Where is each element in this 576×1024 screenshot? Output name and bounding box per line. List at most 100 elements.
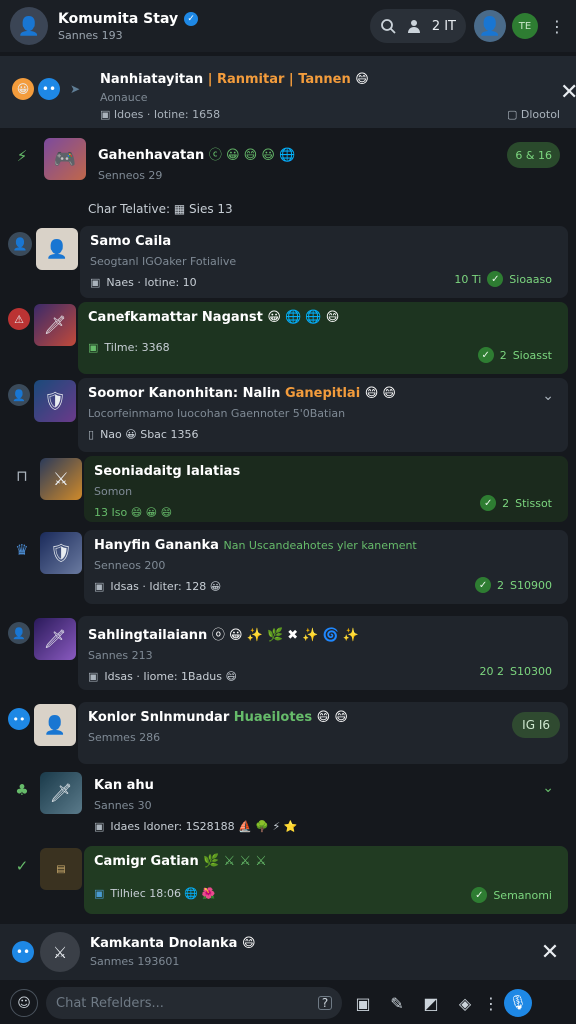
warning-icon: ⚠	[8, 308, 30, 330]
pinned-banner[interactable]: 😀 •• ➤ Nanhiatayitan | Ranmitar | Tannen…	[0, 56, 576, 128]
more-icon[interactable]: ⋮	[483, 990, 499, 1016]
sticker-icon[interactable]: ?	[318, 996, 332, 1010]
badge-number: 2	[499, 348, 507, 362]
list-item[interactable]: 👤 👤 Samo Caila Seogtanl IGOaker Fotialiv…	[8, 226, 568, 298]
unread-badge[interactable]: ✓ Semanomi	[463, 884, 560, 906]
chat-sub: Senneos 200	[94, 559, 166, 572]
banner-meta-left: Idoes · Iotine: 1658	[113, 108, 221, 121]
badge-text: S10300	[510, 664, 552, 678]
header: 👤 Komumita Stay ✓ Sannes 193 2 IT 👤 TE ⋮	[0, 0, 576, 52]
banner-meta: ▣ Idoes · Iotine: 1658 ▢ Dlootol	[100, 108, 560, 121]
list-item[interactable]: ♛ 🛡 Hanyfin Gananka Nan Uscandeahotes yl…	[8, 530, 568, 604]
chat-name: Camigr Gatian 🌿 ⚔ ⚔ ⚔	[94, 854, 558, 869]
list-item[interactable]: ⚡ 🎮 Gahenhavatan ⓒ 😀 😄 😃 🌐 Senneos 29 6 …	[8, 136, 568, 192]
pin-icon: ▢	[507, 108, 518, 121]
image-icon: ▣	[88, 670, 99, 683]
badge-number: 20 2	[479, 664, 505, 678]
chat-list: ⚡ 🎮 Gahenhavatan ⓒ 😀 😄 😃 🌐 Senneos 29 6 …	[0, 132, 576, 922]
members-icon[interactable]	[406, 18, 422, 34]
list-item[interactable]: ⊓ ⚔ Seoniadaitg Ialatias Somon 13 Iso 😄 …	[8, 456, 568, 524]
status-chip[interactable]: IG I6	[512, 712, 560, 738]
unread-badge[interactable]: 10 Ti ✓ Sioaaso	[446, 268, 560, 290]
list-item[interactable]: 👤 🛡 Soomor Kanonhitan: Nalin Ganepitlai …	[8, 378, 568, 452]
camera-icon[interactable]: ◩	[418, 990, 444, 1016]
emoji-icon[interactable]: ☺	[10, 989, 38, 1017]
badge-text: Sioasst	[512, 348, 552, 362]
badge-circle: ✓	[477, 347, 494, 363]
chat-thumbnail: 🛡	[40, 532, 82, 574]
search-icon[interactable]	[380, 18, 396, 34]
chat-thumbnail: 👤	[34, 704, 76, 746]
badge-text: Sioaaso	[509, 272, 552, 286]
unread-chip[interactable]: 6 & 16	[507, 142, 560, 168]
list-item[interactable]: •• 👤 Konlor Snlnmundar Huaeilotes 😄 😄 Se…	[8, 702, 568, 764]
message-input[interactable]	[56, 995, 296, 1011]
chat-icon: ••	[8, 708, 30, 730]
chat-icon: ••	[38, 78, 60, 100]
chat-sub: Sanmes 193601	[90, 955, 180, 968]
chevron-down-icon[interactable]: ⌄	[542, 780, 554, 796]
doc-icon: ▣	[90, 276, 101, 289]
chat-thumbnail: 🎮	[44, 138, 86, 180]
unread-badge[interactable]: 20 2 S10300	[472, 660, 560, 682]
list-item[interactable]: ⚠ 🗡 Canefkamattar Naganst 😀 🌐 🌐 😄 ▣ Tilme…	[8, 302, 568, 374]
bottom-pinned-chat[interactable]: •• ⚔ Kamkanta Dnolanka 😄 Sanmes 193601 ✕	[0, 924, 576, 980]
chat-name: Hanyfin Gananka Nan Uscandeahotes yler k…	[94, 538, 558, 553]
more-icon[interactable]: ⋮	[548, 17, 566, 36]
chat-name: Kan ahu	[94, 778, 154, 793]
unread-badge[interactable]: ✓ 2 Stissot	[472, 492, 560, 514]
list-item[interactable]: ♣ 🗡 Kan ahu Sannes 30 ▣ Idaes Idoner: 1S2…	[8, 770, 568, 842]
close-icon[interactable]: ✕	[560, 80, 576, 105]
status-badge[interactable]: TE	[512, 13, 538, 39]
online-count: 2 IT	[431, 18, 456, 34]
chat-thumbnail: 🗡	[34, 304, 76, 346]
emoji-icon: 😀	[12, 78, 34, 100]
chat-name-text: Hanyfin Gananka	[94, 538, 219, 553]
chat-meta-text: Naes · Iotine: 10	[106, 276, 197, 289]
group-avatar[interactable]: 👤	[10, 7, 48, 45]
input-bar: ☺ ? ▣ ✎ ◩ ◈ ⋮ 🎙	[0, 982, 576, 1024]
chevron-down-icon[interactable]: ⌄	[542, 388, 554, 404]
pen-icon[interactable]: ✎	[384, 990, 410, 1016]
unread-badge[interactable]: ✓ 2 Sioasst	[470, 344, 560, 366]
chat-name-text: Camigr Gatian	[94, 854, 199, 869]
unread-badge[interactable]: ✓ 2 S10900	[467, 574, 560, 596]
chat-icon: ••	[12, 941, 34, 963]
banner-icons: 😀 •• ➤	[12, 78, 86, 118]
badge-text: Stissot	[515, 496, 552, 510]
chat-name-text: Konlor Snlnmundar	[88, 710, 230, 725]
doc-icon: ▯	[88, 428, 95, 441]
chat-thumbnail: ⚔	[40, 932, 80, 972]
chat-sub: Seogtanl IGOaker Fotialive	[90, 255, 237, 268]
chat-meta-text: Tilme: 3368	[104, 341, 170, 354]
chat-thumbnail: 🛡	[34, 380, 76, 422]
sticker-pack-icon[interactable]: ◈	[452, 990, 478, 1016]
badge-number: 2	[502, 496, 510, 510]
chat-name-text: Gahenhavatan	[98, 148, 205, 163]
avatar-small: 👤	[8, 384, 30, 406]
chat-thumbnail: 🗡	[40, 772, 82, 814]
close-icon[interactable]: ✕	[536, 940, 564, 965]
list-item[interactable]: 👤 🗡 Sahlingtailaiann ⓞ 😀 ✨ 🌿 ✖ ✨ 🌀 ✨ San…	[8, 616, 568, 690]
header-text[interactable]: Komumita Stay ✓ Sannes 193	[58, 11, 199, 42]
chat-meta-text: Idsas · Iditer: 128 😀	[110, 580, 222, 593]
arrow-icon: ➤	[69, 82, 81, 96]
chat-emoji: 😄 😄	[364, 386, 396, 401]
image-icon: ▣	[94, 580, 105, 593]
chat-name: Canefkamattar Naganst 😀 🌐 🌐 😄	[88, 310, 558, 325]
badge-number: 10 Ti	[454, 272, 482, 286]
list-item[interactable]: ✓ ▤ Camigr Gatian 🌿 ⚔ ⚔ ⚔ ▣ Tilhiec 18:06…	[8, 846, 568, 914]
section-label: Char Telative: ▦ Sies 13	[88, 202, 233, 216]
avatar-small: 👤	[8, 622, 30, 644]
lock-icon: ⊓	[16, 467, 28, 485]
message-field[interactable]: ?	[46, 987, 342, 1019]
profile-avatar[interactable]: 👤	[474, 10, 506, 42]
chat-sub: Locorfeinmamo Iuocohan Gaennoter 5'0Bati…	[88, 407, 346, 420]
badge-circle: ✓	[480, 495, 497, 511]
attach-icon[interactable]: ▣	[350, 990, 376, 1016]
chat-sub: Senneos 29	[98, 169, 163, 182]
chat-sub: Semmes 286	[88, 731, 161, 744]
badge-number: 2	[497, 578, 505, 592]
mic-icon[interactable]: 🎙	[504, 989, 532, 1017]
chat-name-text: Sahlingtailaiann	[88, 628, 208, 643]
